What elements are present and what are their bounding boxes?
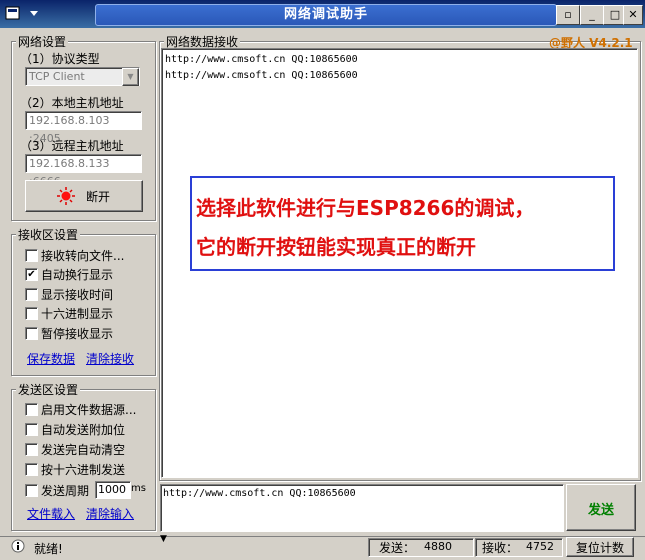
remote-address-field[interactable]: 192.168.8.133 :6666 bbox=[25, 154, 142, 188]
disconnect-button-label: 断开 bbox=[86, 190, 111, 204]
reset-count-label: 复位计数 bbox=[575, 541, 624, 555]
send-period-input[interactable]: 1000 bbox=[95, 481, 131, 499]
protocol-select[interactable]: TCP Client ▼ bbox=[25, 67, 140, 86]
annotation-line-2: 它的断开按钮能实现真正的断开 bbox=[196, 235, 476, 259]
option-label: 暂停接收显示 bbox=[41, 327, 114, 341]
send-button[interactable]: 发送 bbox=[566, 484, 636, 531]
status-chevron-icon: ▼ bbox=[160, 534, 167, 544]
receive-settings-title: 接收区设置 bbox=[16, 226, 81, 243]
disconnect-button[interactable]: 断开 bbox=[25, 180, 143, 212]
checkbox[interactable] bbox=[25, 484, 38, 497]
period-unit: ms bbox=[131, 483, 146, 494]
power-indicator-icon bbox=[57, 187, 75, 205]
received-label: 接收： bbox=[482, 541, 519, 555]
protocol-label: （1）协议类型 bbox=[20, 52, 100, 66]
system-menu-icon[interactable] bbox=[4, 4, 44, 22]
status-ready: 就绪! bbox=[34, 542, 63, 556]
checkbox[interactable] bbox=[25, 307, 38, 320]
close-button[interactable]: ✕ bbox=[623, 5, 643, 25]
save-data-link[interactable]: 保存数据 bbox=[27, 350, 75, 367]
checkbox[interactable] bbox=[25, 463, 38, 476]
minimize-button[interactable]: _ bbox=[580, 5, 604, 25]
option-label: 显示接收时间 bbox=[41, 288, 114, 302]
local-address-label: （2）本地主机地址 bbox=[20, 96, 124, 110]
sent-counter: 发送： 4880 bbox=[368, 538, 474, 557]
checkbox[interactable] bbox=[25, 327, 38, 340]
clear-receive-link[interactable]: 清除接收 bbox=[86, 350, 134, 367]
annotation-line-1: 选择此软件进行与ESP8266的调试， bbox=[196, 196, 535, 220]
send-button-label: 发送 bbox=[587, 503, 614, 518]
window-title: 网络调试助手 bbox=[95, 4, 557, 26]
option-label: 启用文件数据源... bbox=[41, 403, 137, 417]
option-label: 接收转向文件... bbox=[41, 249, 125, 263]
option-label: 发送周期 bbox=[41, 484, 90, 498]
sent-label: 发送： bbox=[379, 541, 416, 555]
protocol-value: TCP Client bbox=[29, 70, 85, 83]
option-label: 自动发送附加位 bbox=[41, 423, 126, 437]
option-label: 按十六进制发送 bbox=[41, 463, 126, 477]
checkbox[interactable] bbox=[25, 249, 38, 262]
file-load-link[interactable]: 文件载入 bbox=[27, 505, 75, 522]
checkbox[interactable] bbox=[25, 423, 38, 436]
clear-input-link[interactable]: 清除输入 bbox=[86, 505, 134, 522]
send-text: http://www.cmsoft.cn QQ:10865600 bbox=[163, 488, 356, 499]
option-label: 十六进制显示 bbox=[41, 307, 114, 321]
checkmark-icon[interactable]: ✔ bbox=[25, 268, 38, 281]
received-counter: 接收： 4752 bbox=[475, 538, 563, 557]
remote-address-label: （3）远程主机地址 bbox=[20, 139, 124, 153]
option-label: 发送完自动清空 bbox=[41, 443, 126, 457]
title-bar[interactable]: 网络调试助手 ▫ _ □ ✕ bbox=[0, 0, 645, 28]
receive-line: http://www.cmsoft.cn QQ:10865600 bbox=[165, 70, 358, 81]
pin-icon[interactable]: ▫ bbox=[556, 5, 580, 25]
local-address-field[interactable]: 192.168.8.103 :2405 bbox=[25, 111, 142, 145]
network-settings-title: 网络设置 bbox=[16, 33, 69, 50]
info-icon bbox=[11, 539, 25, 553]
reset-count-button[interactable]: 复位计数 bbox=[566, 537, 634, 557]
received-value: 4752 bbox=[526, 540, 554, 553]
chevron-down-icon[interactable]: ▼ bbox=[122, 68, 139, 86]
checkbox[interactable] bbox=[25, 288, 38, 301]
sent-value: 4880 bbox=[424, 540, 452, 553]
option-label: 自动换行显示 bbox=[41, 268, 114, 282]
send-settings-title: 发送区设置 bbox=[16, 381, 81, 398]
checkbox[interactable] bbox=[25, 443, 38, 456]
annotation-box: 选择此软件进行与ESP8266的调试， 它的断开按钮能实现真正的断开 bbox=[190, 176, 615, 271]
receive-line: http://www.cmsoft.cn QQ:10865600 bbox=[165, 54, 358, 65]
send-textarea[interactable]: http://www.cmsoft.cn QQ:10865600 bbox=[160, 484, 564, 532]
checkbox[interactable] bbox=[25, 403, 38, 416]
